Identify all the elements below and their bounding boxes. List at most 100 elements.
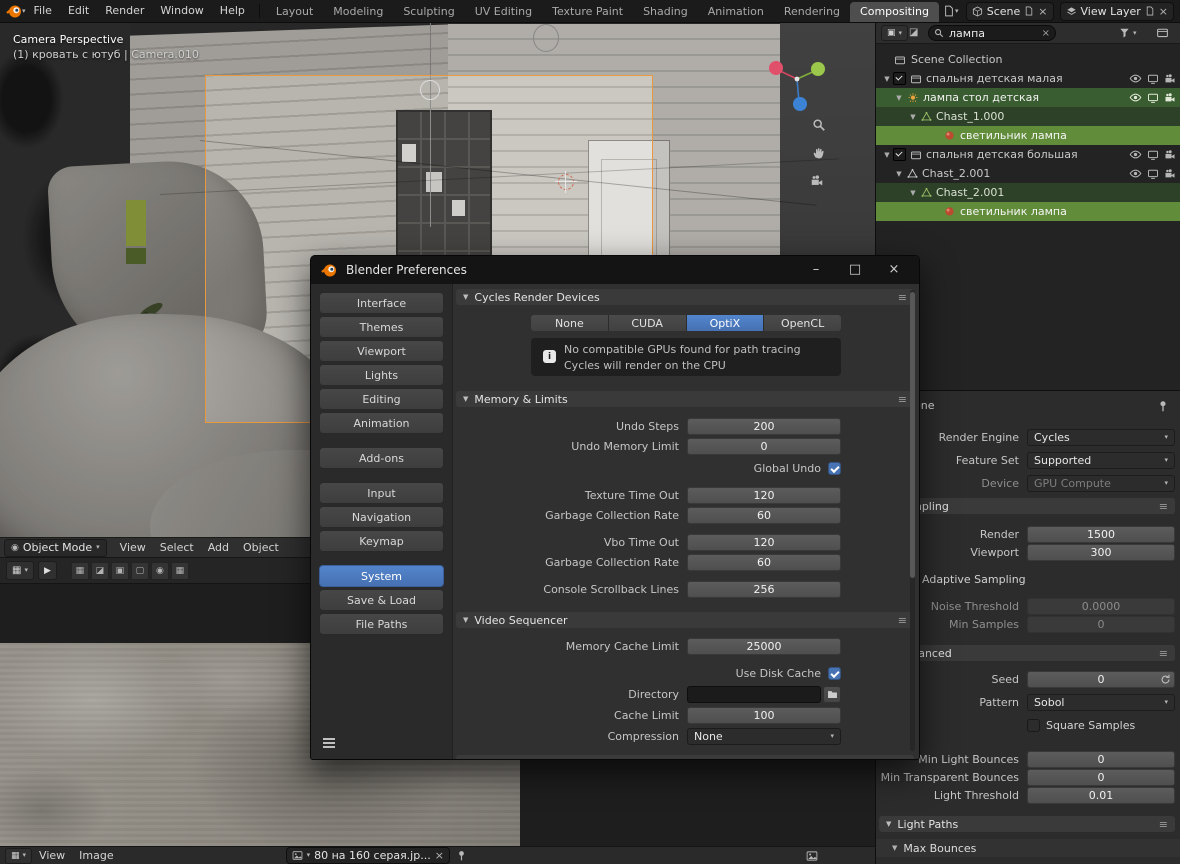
collection-checkbox[interactable]	[893, 72, 906, 85]
toggle-icon-5[interactable]: ◉	[151, 562, 169, 580]
outliner-type-dropdown[interactable]: ▣ ▾	[881, 25, 908, 41]
memory-limits-section-header[interactable]: ▼ Memory & Limits ≡	[456, 391, 914, 407]
disable-viewport-icon[interactable]	[1147, 149, 1159, 161]
pin-image-icon[interactable]	[456, 850, 467, 861]
workspace-add-icon[interactable]	[943, 5, 955, 17]
hide-eye-icon[interactable]	[1129, 72, 1142, 85]
pan-hand-icon[interactable]	[812, 146, 826, 160]
camera-view-icon[interactable]	[810, 174, 824, 188]
image-browse-icon[interactable]	[292, 850, 303, 861]
disable-render-icon[interactable]	[1164, 73, 1176, 85]
navigation-gizmo[interactable]	[760, 48, 834, 122]
image-editor-type-dropdown[interactable]: ▦ ▾	[5, 848, 32, 864]
sidebar-item-save-load[interactable]: Save & Load	[319, 589, 444, 611]
sidebar-item-file-paths[interactable]: File Paths	[319, 613, 444, 635]
tab-rendering[interactable]: Rendering	[774, 2, 850, 22]
memory-cache-limit-field[interactable]: 25000	[687, 638, 841, 655]
device-option-none[interactable]: None	[531, 315, 609, 331]
toggle-icon-4[interactable]: ▢	[131, 562, 149, 580]
zoom-icon[interactable]	[812, 118, 826, 132]
image-display-icon[interactable]	[806, 850, 818, 862]
sidebar-item-themes[interactable]: Themes	[319, 316, 444, 338]
outliner-row-scene-collection[interactable]: Scene Collection	[876, 50, 1180, 69]
minimize-button[interactable]: –	[801, 256, 831, 284]
play-button[interactable]: ▶	[38, 561, 57, 580]
light-paths-section-header[interactable]: ▼ Light Paths ≡	[879, 816, 1175, 832]
sidebar-item-addons[interactable]: Add-ons	[319, 447, 444, 469]
scrollbar-thumb[interactable]	[910, 292, 915, 578]
editor-type-dropdown[interactable]: ▦ ▾	[6, 561, 34, 580]
disable-viewport-icon[interactable]	[1147, 168, 1159, 180]
feature-set-dropdown[interactable]: Supported ▾	[1027, 452, 1175, 469]
outliner-row-collection-1[interactable]: ▼ спальня детская малая	[876, 69, 1180, 88]
close-button[interactable]: ×	[879, 256, 909, 284]
sidebar-item-viewport[interactable]: Viewport	[319, 340, 444, 362]
viewport-menu-select[interactable]: Select	[153, 541, 201, 554]
outliner-search[interactable]: ×	[928, 25, 1056, 41]
disable-render-icon[interactable]	[1164, 168, 1176, 180]
min-samples-field[interactable]: 0	[1027, 616, 1175, 633]
tab-layout[interactable]: Layout	[266, 2, 323, 22]
scene-selector[interactable]: Scene ×	[966, 2, 1054, 21]
menu-help[interactable]: Help	[212, 0, 253, 22]
sampling-section-header[interactable]: ▼ Sampling ≡	[879, 498, 1175, 514]
prefs-menu-icon[interactable]	[321, 735, 337, 751]
tab-uv-editing[interactable]: UV Editing	[465, 2, 542, 22]
outliner-display-mode-icon[interactable]: ◪	[909, 27, 918, 38]
seed-animate-icon[interactable]	[1160, 674, 1171, 685]
viewport-menu-view[interactable]: View	[113, 541, 153, 554]
viewport-samples-field[interactable]: 300	[1027, 544, 1175, 561]
remove-view-layer-icon[interactable]: ×	[1159, 5, 1168, 18]
section-menu-icon[interactable]: ≡	[1159, 648, 1168, 659]
disable-render-icon[interactable]	[1164, 92, 1176, 104]
undo-steps-field[interactable]: 200	[687, 418, 841, 435]
device-option-cuda[interactable]: CUDA	[609, 315, 687, 331]
sidebar-item-editing[interactable]: Editing	[319, 388, 444, 410]
preferences-titlebar[interactable]: Blender Preferences – □ ×	[311, 256, 919, 284]
menu-edit[interactable]: Edit	[60, 0, 97, 22]
toggle-icon-3[interactable]: ▣	[111, 562, 129, 580]
toggle-icon-1[interactable]: ▦	[71, 562, 89, 580]
mode-dropdown[interactable]: ◉ Object Mode ▾	[4, 539, 107, 557]
new-view-layer-icon[interactable]	[1145, 6, 1155, 16]
outliner-row-material-1[interactable]: светильник лампа	[876, 126, 1180, 145]
view-layer-selector[interactable]: View Layer ×	[1060, 2, 1175, 21]
toggle-icon-2[interactable]: ◪	[91, 562, 109, 580]
max-bounces-subpanel[interactable]: ▼ Max Bounces	[876, 839, 1180, 857]
collection-checkbox[interactable]	[893, 148, 906, 161]
sidebar-item-lights[interactable]: Lights	[319, 364, 444, 386]
maximize-button[interactable]: □	[840, 256, 870, 284]
use-disk-cache-checkbox[interactable]	[828, 667, 841, 680]
clear-search-icon[interactable]: ×	[1042, 28, 1050, 39]
hide-eye-icon[interactable]	[1129, 91, 1142, 104]
outliner-row-chast2-object[interactable]: ▼ Chast_2.001	[876, 164, 1180, 183]
expand-icon[interactable]: ▼	[893, 170, 905, 178]
texture-timeout-field[interactable]: 120	[687, 487, 841, 504]
section-menu-icon[interactable]: ≡	[898, 615, 907, 626]
advanced-section-header[interactable]: ▼ Advanced ≡	[879, 645, 1175, 661]
disable-viewport-icon[interactable]	[1147, 92, 1159, 104]
min-light-bounces-field[interactable]: 0	[1027, 751, 1175, 768]
section-menu-icon[interactable]: ≡	[898, 394, 907, 405]
tab-animation[interactable]: Animation	[698, 2, 774, 22]
hide-eye-icon[interactable]	[1129, 148, 1142, 161]
sidebar-item-keymap[interactable]: Keymap	[319, 530, 444, 552]
sidebar-item-interface[interactable]: Interface	[319, 292, 444, 314]
min-transparent-bounces-field[interactable]: 0	[1027, 769, 1175, 786]
device-option-optix[interactable]: OptiX	[687, 315, 765, 331]
expand-icon[interactable]: ▼	[893, 94, 905, 102]
new-scene-icon[interactable]	[1024, 6, 1034, 16]
menu-file[interactable]: File	[26, 0, 60, 22]
image-menu-view[interactable]: View	[32, 849, 72, 862]
disable-viewport-icon[interactable]	[1147, 73, 1159, 85]
sidebar-item-system[interactable]: System	[319, 565, 444, 587]
tab-texture-paint[interactable]: Texture Paint	[542, 2, 633, 22]
tab-compositing[interactable]: Compositing	[850, 2, 939, 22]
outliner-row-material-2[interactable]: светильник лампа	[876, 202, 1180, 221]
light-threshold-field[interactable]: 0.01	[1027, 787, 1175, 804]
section-menu-icon[interactable]: ≡	[898, 292, 907, 303]
gc-rate-field[interactable]: 60	[687, 507, 841, 524]
unlink-image-icon[interactable]: ×	[435, 849, 444, 862]
seed-field[interactable]: 0	[1027, 671, 1175, 688]
pattern-dropdown[interactable]: Sobol ▾	[1027, 694, 1175, 711]
